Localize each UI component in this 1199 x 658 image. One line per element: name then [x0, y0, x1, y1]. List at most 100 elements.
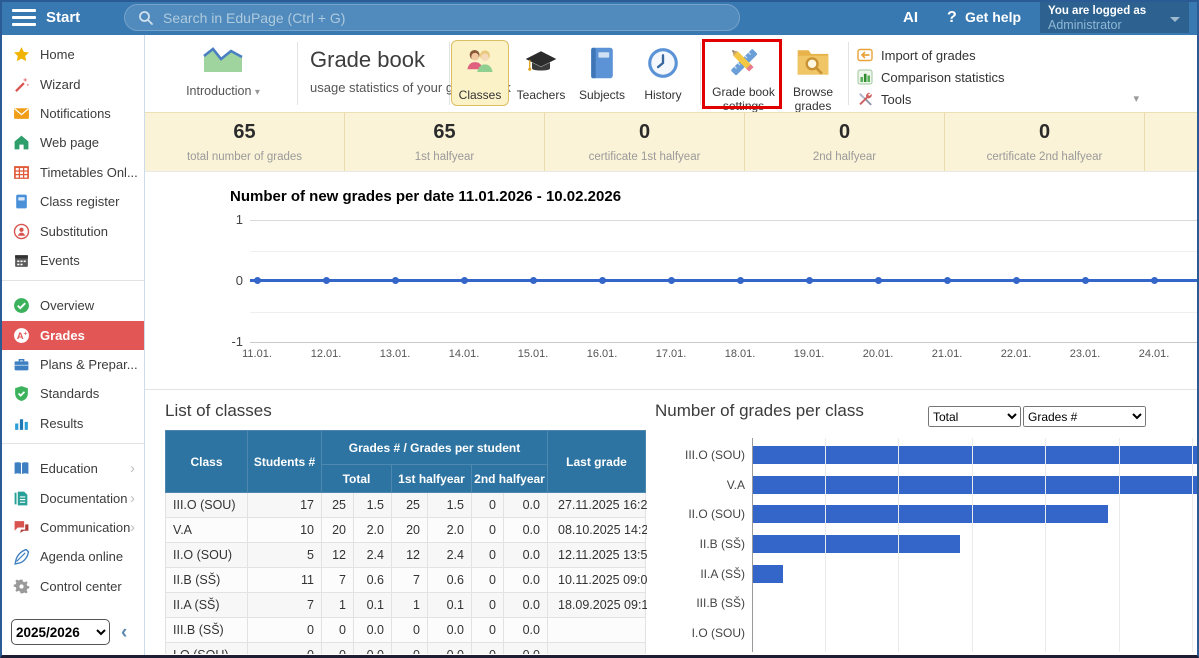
y-axis-tick: 0 [203, 273, 243, 288]
sidebar-item-results[interactable]: Results [0, 409, 144, 438]
tab-history[interactable]: History [634, 40, 692, 106]
sidebar-item-web-page[interactable]: Web page [0, 128, 144, 157]
search-input[interactable] [163, 6, 723, 29]
school-year-select[interactable]: 2025/2026 [11, 619, 110, 645]
folder-search-icon [795, 67, 831, 84]
cell-value: 0.1 [428, 593, 472, 618]
grades-per-date-chart: Number of new grades per date 11.01.2026… [145, 173, 1199, 390]
cell-value: 0.0 [428, 643, 472, 655]
sidebar-item-label: Communication [40, 520, 130, 535]
x-axis-tick: 15.01. [511, 348, 555, 360]
shield-check-icon [13, 385, 30, 402]
cell-value: 0.0 [504, 518, 548, 543]
sidebar-item-wizard[interactable]: Wizard [0, 69, 144, 98]
sidebar-item-control-center[interactable]: Control center [0, 572, 144, 601]
sidebar-item-label: Education [40, 461, 98, 476]
start-menu-label[interactable]: Start [46, 0, 80, 35]
sidebar-item-education[interactable]: Education› [0, 454, 144, 483]
cell-last-grade [548, 618, 646, 643]
tab-subjects[interactable]: Subjects [573, 40, 631, 106]
bar-ii-b-s [753, 535, 960, 553]
x-axis-tick: 19.01. [787, 348, 831, 360]
gridline [250, 251, 1199, 252]
sidebar-collapse-button[interactable]: ‹ [121, 622, 127, 644]
menu-icon[interactable] [12, 9, 36, 26]
sidebar-item-plans-prepar[interactable]: Plans & Prepar... [0, 350, 144, 379]
sidebar-item-agenda-online[interactable]: Agenda online [0, 542, 144, 571]
bar-chart-period-filter[interactable]: Total [928, 406, 1021, 427]
cell-class: III.O (SOU) [166, 493, 248, 518]
sidebar-item-communication[interactable]: Communication› [0, 513, 144, 542]
stat-value: 0 [945, 121, 1144, 144]
logged-user-dropdown[interactable]: You are logged as Administrator [1040, 2, 1189, 33]
logged-as-label: You are logged as [1048, 5, 1181, 17]
cell-value: 0 [248, 618, 322, 643]
x-axis-tick: 14.01. [442, 348, 486, 360]
table-row: II.O (SOU)5122.4122.400.012.11.2025 13:5… [166, 543, 646, 568]
bar-category-label: I.O (SOU) [655, 625, 745, 641]
table-row: I.O (SOU)000.000.000.0 [166, 643, 646, 655]
sidebar-item-documentation[interactable]: Documentation› [0, 483, 144, 512]
bar-chart-metric-filter[interactable]: Grades # [1023, 406, 1146, 427]
document-icon [13, 490, 30, 507]
cell-value: 0.0 [354, 618, 392, 643]
bar-chart-plot [753, 438, 1199, 652]
col-1st-halfyear: 1st halfyear [392, 465, 472, 493]
calendar-icon [13, 252, 30, 269]
cell-value: 0 [472, 568, 504, 593]
gridline [1119, 438, 1120, 652]
cell-class: V.A [166, 518, 248, 543]
menu-item-tools[interactable]: Tools▾ [857, 88, 1007, 110]
x-axis-tick: 22.01. [994, 348, 1038, 360]
help-icon[interactable]: ? [947, 0, 957, 35]
sidebar-item-events[interactable]: Events [0, 246, 144, 275]
browse-grades-button[interactable]: Browse grades [786, 44, 840, 114]
envelope-icon [13, 105, 30, 122]
stat-certificate-1st-halfyear: 0certificate 1st halfyear [545, 113, 745, 171]
stat-2nd-halfyear: 02nd halfyear [745, 113, 945, 171]
cell-value: 1 [392, 593, 428, 618]
x-axis-tick: 13.01. [373, 348, 417, 360]
get-help-button[interactable]: Get help [965, 0, 1021, 35]
data-point [1151, 277, 1158, 284]
sidebar-item-overview[interactable]: Overview [0, 291, 144, 320]
stat-value: 65 [345, 121, 544, 144]
data-point [392, 277, 399, 284]
cell-value: 0.0 [504, 593, 548, 618]
data-point [737, 277, 744, 284]
cell-last-grade: 12.11.2025 13:58 [548, 543, 646, 568]
sidebar-item-label: Agenda online [40, 549, 123, 564]
sidebar-item-standards[interactable]: Standards [0, 379, 144, 408]
cell-value: 0.0 [504, 543, 548, 568]
tab-teachers[interactable]: Teachers [512, 40, 570, 106]
sidebar-section: HomeWizardNotificationsWeb pageTimetable… [0, 35, 144, 275]
table-row: III.B (SŠ)000.000.000.0 [166, 618, 646, 643]
menu-item-comparison-statistics[interactable]: Comparison statistics [857, 66, 1007, 88]
sidebar-item-notifications[interactable]: Notifications [0, 99, 144, 128]
data-point [875, 277, 882, 284]
sidebar-item-class-register[interactable]: Class register [0, 187, 144, 216]
ai-button[interactable]: AI [903, 0, 918, 35]
sidebar-item-label: Plans & Prepar... [40, 357, 138, 372]
sidebar-item-label: Substitution [40, 224, 108, 239]
tab-classes[interactable]: Classes [451, 40, 509, 106]
sidebar-item-grades[interactable]: A+Grades [0, 321, 144, 350]
data-point [1013, 277, 1020, 284]
data-point [806, 277, 813, 284]
grade-book-settings-button[interactable]: Grade book settings [707, 44, 780, 114]
sidebar-item-timetables-onl[interactable]: Timetables Onl... [0, 158, 144, 187]
sidebar-section: Education›Documentation›Communication› Ag… [0, 449, 144, 601]
cell-value: 0.0 [504, 568, 548, 593]
sidebar-item-home[interactable]: Home [0, 40, 144, 69]
introduction-dropdown[interactable]: Introduction ▾ [157, 41, 289, 98]
cell-value: 0.0 [504, 643, 548, 655]
bar-chart-title: Number of grades per class [655, 401, 864, 421]
search-box[interactable] [124, 4, 740, 31]
table-row: II.B (SŠ)1170.670.600.010.11.2025 09:06 [166, 568, 646, 593]
cell-value: 1.5 [354, 493, 392, 518]
sidebar-item-substitution[interactable]: Substitution [0, 216, 144, 245]
col-last-grade: Last grade [548, 431, 646, 493]
tab-label: Subjects [575, 88, 629, 102]
menu-item-import-of-grades[interactable]: Import of grades [857, 44, 1007, 66]
notebook-icon [13, 193, 30, 210]
